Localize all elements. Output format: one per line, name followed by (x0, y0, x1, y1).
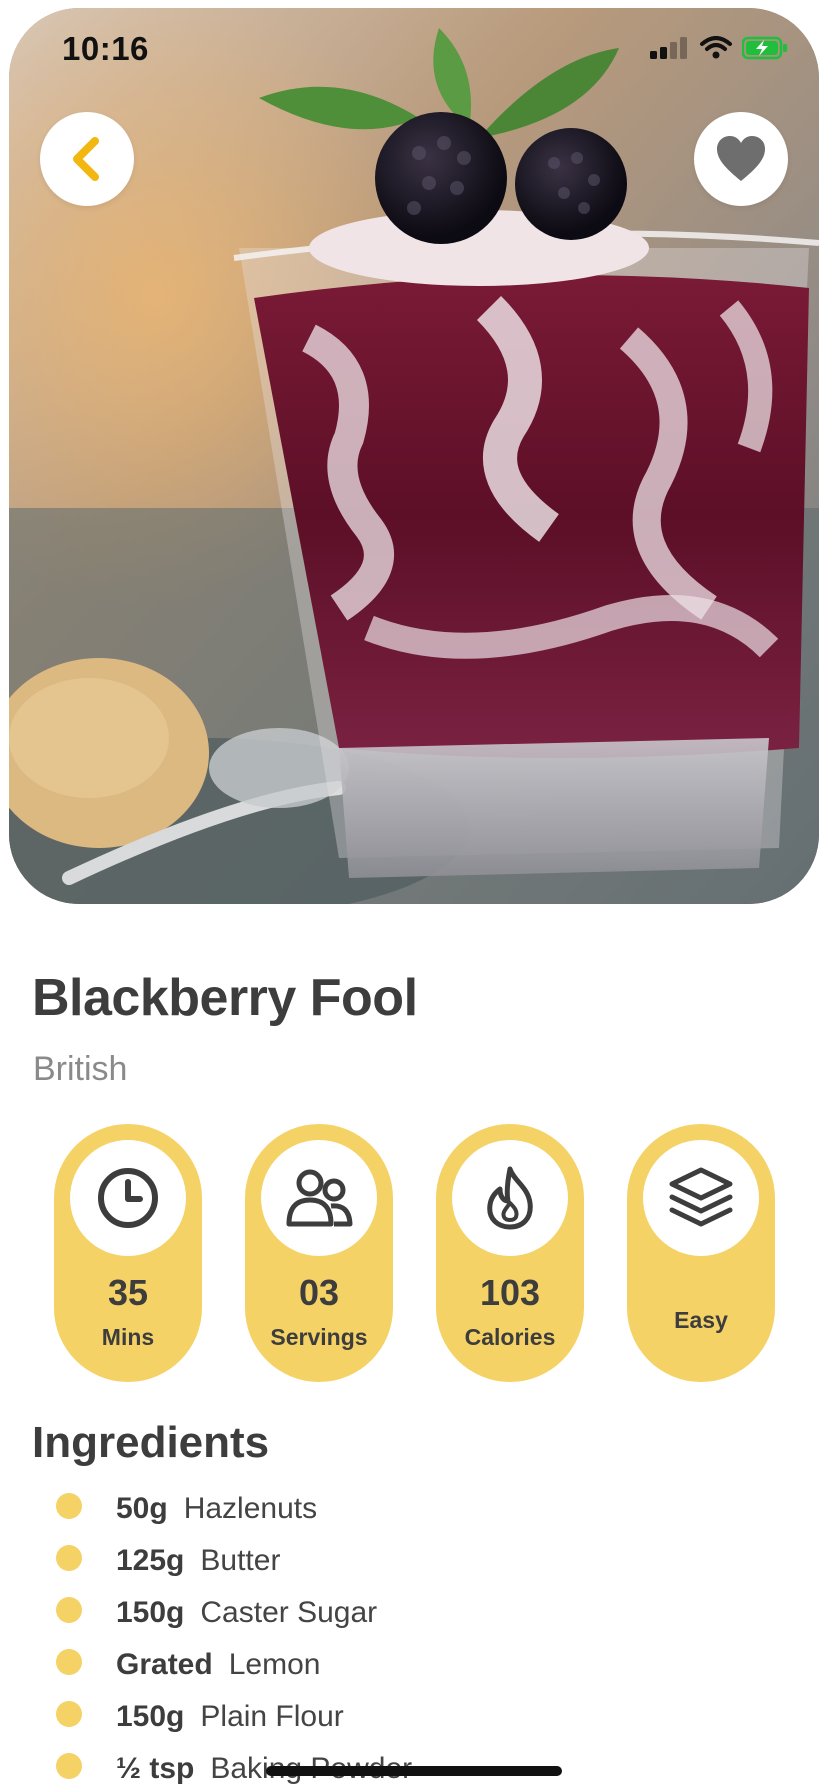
stat-calories: 103 Calories (436, 1124, 584, 1382)
cellular-signal-icon (650, 37, 687, 59)
ingredient-quantity: 50g (116, 1492, 168, 1525)
status-icons (650, 36, 788, 60)
ingredient-name: Butter (200, 1544, 281, 1577)
ingredient-name: Hazlenuts (183, 1492, 318, 1525)
stat-calories-value: 103 (479, 1272, 541, 1313)
battery-charging-icon (742, 36, 787, 60)
stat-time-label: Mins (101, 1324, 155, 1350)
flame-icon (487, 1166, 533, 1230)
recipe-title: Blackberry Fool (32, 969, 418, 1027)
ingredient-quantity: 150g (116, 1700, 185, 1733)
stat-difficulty-icon-circle (643, 1140, 759, 1256)
stat-calories-icon-circle (452, 1140, 568, 1256)
heart-icon (717, 136, 765, 181)
clock-icon (98, 1168, 158, 1228)
bullet-icon (56, 1701, 82, 1727)
stat-time: 35 Mins (54, 1124, 202, 1382)
bullet-icon (56, 1649, 82, 1675)
ingredient-text: 150g Plain Flour (116, 1700, 344, 1734)
chevron-left-icon (73, 137, 99, 181)
ingredient-quantity: 125g (116, 1544, 185, 1577)
ingredient-quantity: 150g (116, 1596, 185, 1629)
stat-calories-label: Calories (464, 1324, 556, 1350)
ingredient-text: 125g Butter (116, 1544, 280, 1578)
people-icon (286, 1169, 353, 1227)
recipe-stats: 35 Mins 03 Servings 103 Calories Easy (0, 1124, 828, 1384)
ingredient-text: 50g Hazlenuts (116, 1492, 317, 1526)
stat-difficulty-label: Easy (674, 1307, 728, 1333)
ingredient-name: Lemon (228, 1648, 321, 1681)
ingredient-text: 150g Caster Sugar (116, 1596, 377, 1630)
recipe-cuisine: British (33, 1050, 128, 1088)
bullet-icon (56, 1597, 82, 1623)
stat-servings-icon-circle (261, 1140, 377, 1256)
favorite-button[interactable] (694, 112, 788, 206)
stat-servings-label: Servings (270, 1324, 368, 1350)
stat-time-value: 35 (107, 1272, 149, 1313)
ingredients-title: Ingredients (32, 1418, 270, 1467)
recipe-detail-screen: 10:16 Blackberry Fool British 35 Mins 03… (0, 0, 828, 1792)
wifi-icon (700, 36, 732, 59)
stat-servings-value: 03 (298, 1272, 340, 1313)
bullet-icon (56, 1493, 82, 1519)
list-item: 150g Plain Flour (0, 1698, 828, 1750)
bullet-icon (56, 1753, 82, 1779)
back-button[interactable] (40, 112, 134, 206)
ingredient-name: Plain Flour (200, 1700, 344, 1733)
home-indicator[interactable] (266, 1766, 562, 1776)
ingredient-text: Grated Lemon (116, 1648, 320, 1682)
bullet-icon (56, 1545, 82, 1571)
ingredient-quantity: ½ tsp (116, 1752, 195, 1785)
ingredient-quantity: Grated (116, 1648, 213, 1681)
list-item: 50g Hazlenuts (0, 1490, 828, 1542)
list-item: Grated Lemon (0, 1646, 828, 1698)
ingredients-list: 50g Hazlenuts 125g Butter 150g Caster Sugar… (0, 1490, 828, 1792)
list-item: 150g Caster Sugar (0, 1594, 828, 1646)
stat-servings: 03 Servings (245, 1124, 393, 1382)
ingredient-name: Caster Sugar (200, 1596, 378, 1629)
layers-icon (669, 1167, 733, 1227)
list-item: 125g Butter (0, 1542, 828, 1594)
status-time: 10:16 (62, 30, 149, 67)
stat-time-icon-circle (70, 1140, 186, 1256)
stat-difficulty: Easy (627, 1124, 775, 1382)
